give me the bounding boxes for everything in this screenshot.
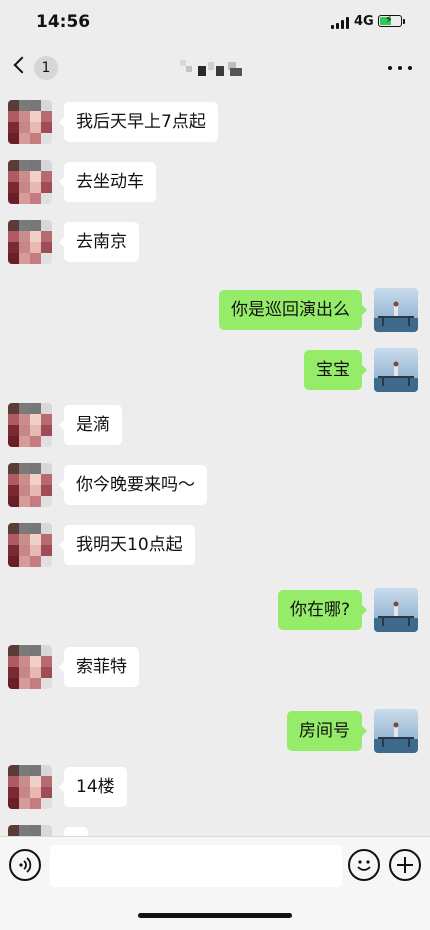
chat-title-redacted	[180, 56, 250, 78]
incoming-message: 去南京	[0, 220, 430, 268]
message-bubble[interactable]: 14楼	[59, 767, 127, 807]
avatar[interactable]	[8, 160, 52, 204]
battery-icon: ⚡	[378, 13, 402, 27]
avatar[interactable]	[374, 288, 418, 332]
message-bubble[interactable]	[64, 827, 88, 836]
voice-icon	[19, 857, 32, 873]
home-indicator[interactable]	[138, 913, 292, 918]
avatar[interactable]	[8, 220, 52, 264]
message-input[interactable]	[50, 845, 342, 887]
incoming-message: 是滴	[0, 403, 430, 451]
incoming-message	[0, 825, 430, 836]
incoming-message: 我后天早上7点起	[0, 100, 430, 148]
incoming-message: 去坐动车	[0, 160, 430, 208]
outgoing-message: 房间号	[0, 709, 430, 757]
plus-button[interactable]	[389, 849, 421, 881]
message-bubble[interactable]: 是滴	[59, 405, 122, 445]
outgoing-message: 你是巡回演出么	[0, 288, 430, 336]
message-bubble[interactable]: 你是巡回演出么	[219, 290, 367, 330]
more-icon	[388, 66, 392, 70]
emoji-button[interactable]	[348, 849, 380, 881]
chat-message-list[interactable]: 我后天早上7点起 去坐动车去南京你是巡回演出么宝宝是滴你今晚要来吗～ 我明天10点起…	[0, 92, 430, 836]
message-bubble[interactable]: 我明天10点起	[59, 525, 195, 565]
message-bubble[interactable]: 索菲特	[59, 647, 139, 687]
status-time: 14:56	[36, 12, 91, 32]
nav-bar: 1	[0, 44, 430, 92]
avatar[interactable]	[374, 709, 418, 753]
chevron-left-icon	[13, 56, 31, 74]
message-bubble[interactable]: 你在哪?	[277, 590, 368, 630]
emoji-icon	[357, 860, 371, 871]
avatar[interactable]	[8, 825, 52, 836]
avatar[interactable]	[8, 463, 52, 507]
network-type: 4G	[354, 14, 374, 29]
outgoing-message: 你在哪?	[0, 588, 430, 636]
unread-count-badge: 1	[34, 56, 58, 80]
incoming-message: 你今晚要来吗～	[0, 463, 430, 511]
message-bubble[interactable]: 宝宝	[304, 350, 367, 390]
avatar[interactable]	[8, 645, 52, 689]
signal-icon	[331, 17, 351, 29]
incoming-message: 索菲特	[0, 645, 430, 693]
avatar[interactable]	[8, 765, 52, 809]
voice-button[interactable]	[9, 849, 41, 881]
avatar[interactable]	[8, 403, 52, 447]
message-bubble[interactable]: 去南京	[59, 222, 139, 262]
incoming-message: 14楼	[0, 765, 430, 813]
back-button[interactable]: 1	[12, 54, 70, 82]
avatar[interactable]	[374, 588, 418, 632]
avatar[interactable]	[374, 348, 418, 392]
avatar[interactable]	[8, 523, 52, 567]
status-bar: 14:56 4G ⚡	[0, 0, 430, 44]
message-bubble[interactable]: 我后天早上7点起	[59, 102, 218, 142]
message-bubble[interactable]: 你今晚要来吗～	[59, 465, 207, 505]
avatar[interactable]	[8, 100, 52, 144]
more-button[interactable]	[386, 58, 414, 78]
message-bubble[interactable]: 房间号	[287, 711, 367, 751]
message-bubble[interactable]: 去坐动车	[59, 162, 156, 202]
outgoing-message: 宝宝	[0, 348, 430, 396]
incoming-message: 我明天10点起	[0, 523, 430, 571]
